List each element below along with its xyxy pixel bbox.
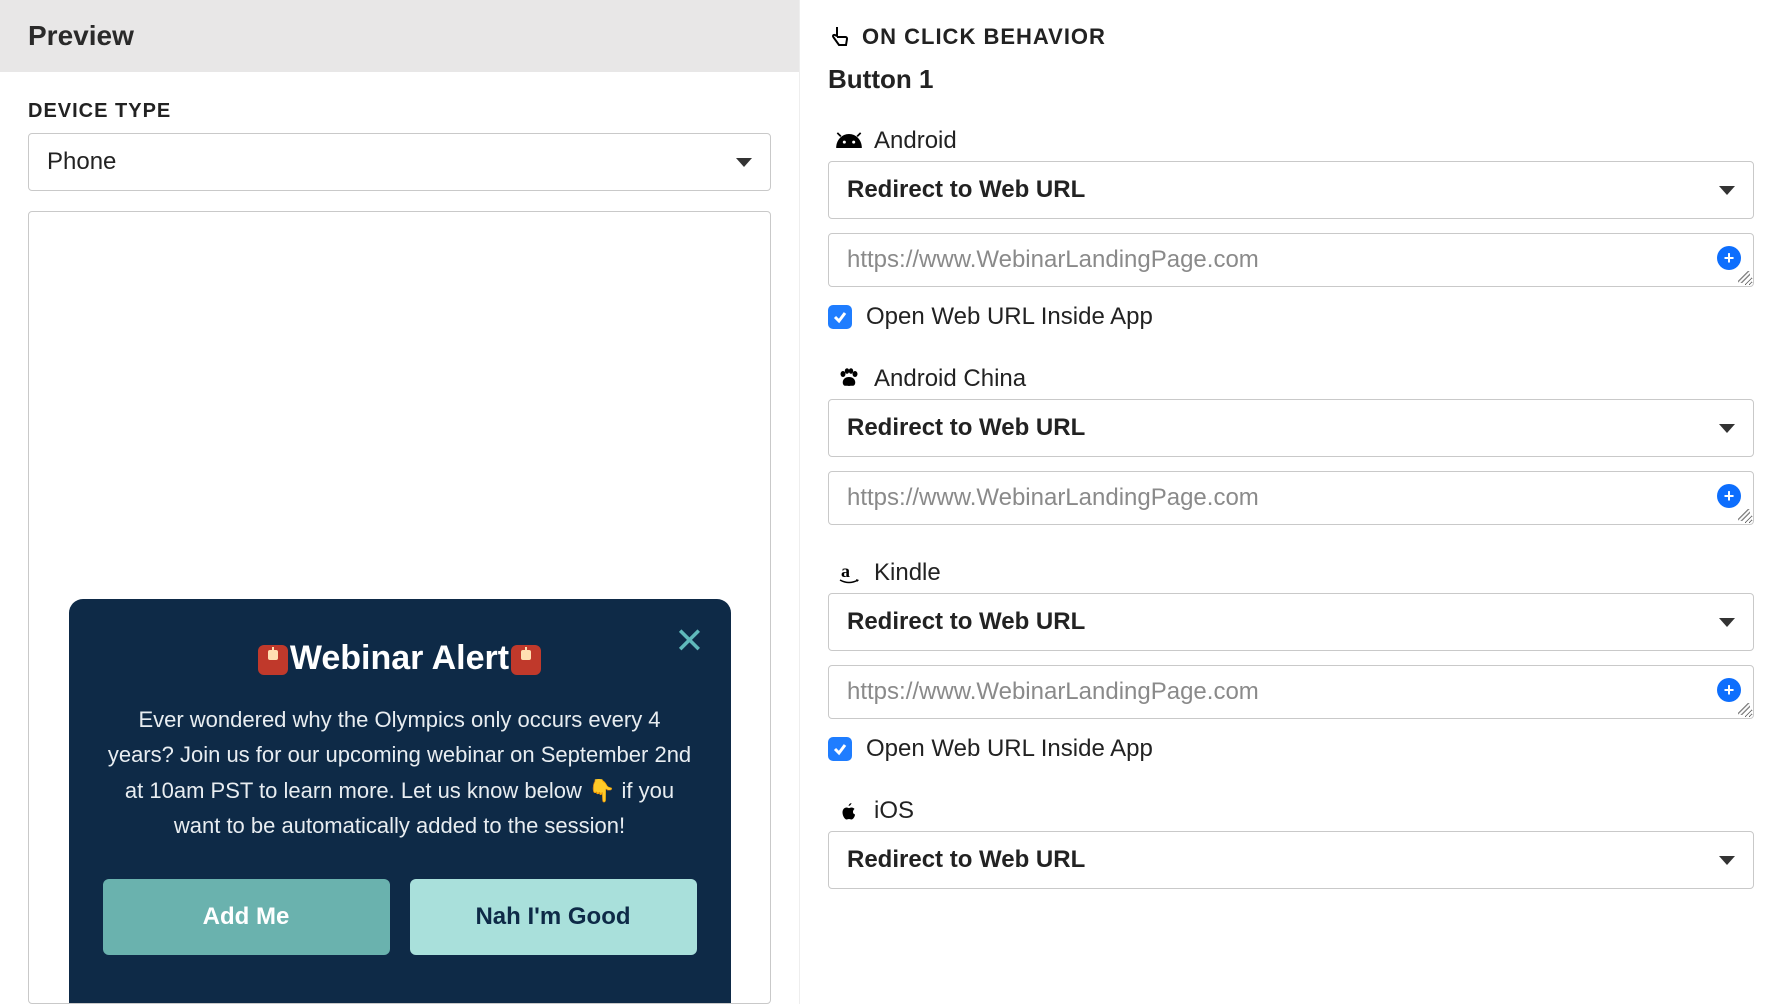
- add-icon[interactable]: +: [1717, 246, 1741, 270]
- platform-block-kindle: a Kindle Redirect to Web URL https://www.We…: [828, 559, 1754, 763]
- nah-button[interactable]: Nah I'm Good: [410, 879, 697, 955]
- add-me-button[interactable]: Add Me: [103, 879, 390, 955]
- preview-modal: ✕ Webinar Alert Ever wondered why the Ol…: [69, 599, 731, 1003]
- platform-name: Android: [874, 127, 957, 155]
- modal-title: Webinar Alert: [103, 639, 697, 678]
- open-inside-checkbox[interactable]: [828, 737, 852, 761]
- action-select[interactable]: Redirect to Web URL: [828, 161, 1754, 219]
- action-value: Redirect to Web URL: [847, 176, 1085, 204]
- platform-header: Android: [828, 127, 1754, 155]
- open-inside-row: Open Web URL Inside App: [828, 303, 1754, 331]
- action-select[interactable]: Redirect to Web URL: [828, 831, 1754, 889]
- caret-down-icon: [1719, 618, 1735, 627]
- platform-name: Android China: [874, 365, 1026, 393]
- button-label: Button 1: [828, 64, 1754, 95]
- preview-panel: Preview DEVICE TYPE Phone ✕ Webinar Aler…: [0, 0, 800, 1004]
- platform-block-android-china: Android China Redirect to Web URL https://…: [828, 365, 1754, 525]
- action-value: Redirect to Web URL: [847, 846, 1085, 874]
- amazon-icon: a: [834, 559, 864, 587]
- platform-name: Kindle: [874, 559, 941, 587]
- action-select[interactable]: Redirect to Web URL: [828, 399, 1754, 457]
- modal-body: Ever wondered why the Olympics only occu…: [103, 702, 697, 843]
- pointer-icon: [828, 25, 852, 49]
- device-type-label: DEVICE TYPE: [28, 100, 771, 123]
- platform-name: iOS: [874, 797, 914, 825]
- preview-header: Preview: [0, 0, 799, 72]
- platform-block-ios: iOS Redirect to Web URL: [828, 797, 1754, 889]
- android-icon: [834, 127, 864, 155]
- url-value: https://www.WebinarLandingPage.com: [847, 246, 1259, 273]
- action-value: Redirect to Web URL: [847, 414, 1085, 442]
- platform-header: iOS: [828, 797, 1754, 825]
- open-inside-row: Open Web URL Inside App: [828, 735, 1754, 763]
- caret-down-icon: [1719, 186, 1735, 195]
- paw-icon: [834, 365, 864, 393]
- add-icon[interactable]: +: [1717, 484, 1741, 508]
- device-type-value: Phone: [47, 148, 116, 176]
- url-value: https://www.WebinarLandingPage.com: [847, 484, 1259, 511]
- device-type-select[interactable]: Phone: [28, 133, 771, 191]
- open-inside-checkbox[interactable]: [828, 305, 852, 329]
- action-value: Redirect to Web URL: [847, 608, 1085, 636]
- section-title: ON CLICK BEHAVIOR: [828, 24, 1754, 50]
- behavior-panel: ON CLICK BEHAVIOR Button 1 Android Redire…: [800, 0, 1788, 1004]
- open-inside-label: Open Web URL Inside App: [866, 735, 1153, 763]
- action-select[interactable]: Redirect to Web URL: [828, 593, 1754, 651]
- open-inside-label: Open Web URL Inside App: [866, 303, 1153, 331]
- caret-down-icon: [1719, 856, 1735, 865]
- url-input[interactable]: https://www.WebinarLandingPage.com +: [828, 665, 1754, 719]
- preview-canvas: ✕ Webinar Alert Ever wondered why the Ol…: [28, 211, 771, 1004]
- platform-block-android: Android Redirect to Web URL https://www.We…: [828, 127, 1754, 331]
- platform-header: Android China: [828, 365, 1754, 393]
- svg-text:a: a: [841, 561, 850, 581]
- close-icon[interactable]: ✕: [674, 623, 704, 659]
- caret-down-icon: [1719, 424, 1735, 433]
- url-value: https://www.WebinarLandingPage.com: [847, 678, 1259, 705]
- platform-header: a Kindle: [828, 559, 1754, 587]
- siren-icon: [511, 645, 541, 675]
- caret-down-icon: [736, 158, 752, 167]
- apple-icon: [834, 797, 864, 825]
- add-icon[interactable]: +: [1717, 678, 1741, 702]
- siren-icon: [258, 645, 288, 675]
- url-input[interactable]: https://www.WebinarLandingPage.com +: [828, 471, 1754, 525]
- url-input[interactable]: https://www.WebinarLandingPage.com +: [828, 233, 1754, 287]
